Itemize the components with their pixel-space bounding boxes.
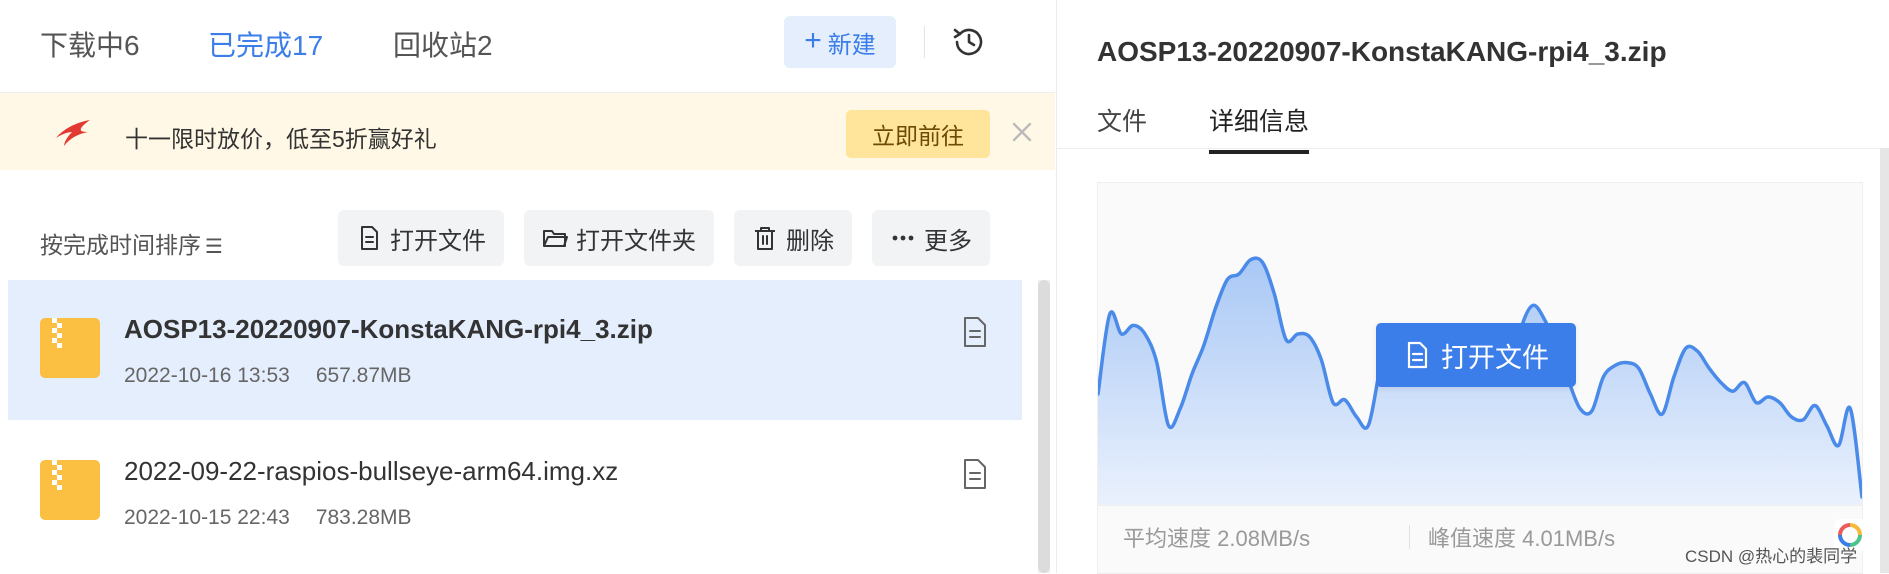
watermark-text: CSDN @热心的裴同学	[1685, 547, 1858, 566]
peak-speed: 峰值速度 4.01MB/s	[1428, 521, 1615, 553]
file-date: 2022-10-15 22:43	[124, 506, 290, 529]
sort-label: 按完成时间排序	[40, 232, 201, 258]
sort-dropdown[interactable]: 按完成时间排序 ☰	[40, 226, 223, 260]
tab-label: 回收站	[393, 30, 478, 61]
detail-file-title: AOSP13-20220907-KonstaKANG-rpi4_3.zip	[1097, 36, 1667, 67]
detail-tab-file[interactable]: 文件	[1097, 102, 1147, 150]
file-size: 783.28MB	[315, 506, 412, 529]
document-icon	[361, 226, 378, 250]
chart-open-file-label: 打开文件	[1441, 342, 1549, 373]
close-icon[interactable]	[1008, 118, 1036, 146]
file-row-selected[interactable]: AOSP13-20220907-KonstaKANG-rpi4_3.zip 20…	[8, 280, 1022, 420]
promo-text: 十一限时放价，低至5折赢好礼	[125, 126, 437, 152]
document-icon	[1407, 341, 1428, 369]
tab-label: 下载中	[40, 30, 125, 61]
divider	[1409, 525, 1410, 549]
open-folder-label: 打开文件夹	[576, 227, 696, 255]
status-tabs: 下载中6 已完成17 回收站2 + 新建	[0, 0, 1055, 93]
plus-icon: +	[804, 23, 822, 57]
delete-label: 删除	[786, 227, 834, 255]
peak-speed-value: 4.01MB/s	[1522, 526, 1616, 551]
tab-count: 2	[477, 30, 493, 61]
avg-speed-label: 平均速度	[1123, 526, 1212, 551]
peak-speed-label: 峰值速度	[1428, 526, 1517, 551]
file-meta: 2022-10-15 22:43 783.28MB	[124, 506, 412, 530]
file-size: 657.87MB	[315, 364, 412, 387]
avg-speed: 平均速度 2.08MB/s	[1123, 521, 1310, 553]
tab-downloading[interactable]: 下载中6	[40, 24, 140, 64]
speed-chart-panel: 打开文件 平均速度 2.08MB/s 峰值速度 4.01MB/s	[1097, 182, 1866, 574]
tab-completed[interactable]: 已完成17	[208, 24, 323, 64]
file-row[interactable]: 2022-09-22-raspios-bullseye-arm64.img.xz…	[8, 422, 1022, 562]
chart-open-file-button[interactable]: 打开文件	[1376, 323, 1576, 387]
history-icon[interactable]	[951, 24, 987, 60]
file-name: AOSP13-20220907-KonstaKANG-rpi4_3.zip	[124, 314, 653, 344]
file-date: 2022-10-16 13:53	[124, 364, 290, 387]
trash-icon	[755, 227, 775, 250]
bird-logo-icon	[56, 120, 90, 146]
detail-tab-info[interactable]: 详细信息	[1209, 102, 1310, 154]
list-scrollbar-thumb[interactable]	[1038, 280, 1050, 573]
open-document-icon[interactable]	[961, 458, 989, 490]
file-name: 2022-09-22-raspios-bullseye-arm64.img.xz	[124, 456, 619, 486]
open-folder-button[interactable]: 打开文件夹	[524, 210, 714, 266]
divider	[1057, 148, 1889, 149]
open-file-button[interactable]: 打开文件	[338, 210, 504, 266]
tab-recycle-bin[interactable]: 回收站2	[393, 24, 493, 64]
delete-button[interactable]: 删除	[734, 210, 852, 266]
tab-label: 已完成	[208, 30, 293, 61]
zip-file-icon	[40, 460, 100, 520]
avg-speed-value: 2.08MB/s	[1217, 526, 1311, 551]
tab-count: 17	[292, 30, 324, 61]
more-button[interactable]: 更多	[872, 210, 990, 266]
detail-pane: AOSP13-20220907-KonstaKANG-rpi4_3.zip 文件…	[1056, 0, 1889, 574]
folder-icon	[543, 230, 568, 247]
open-document-icon[interactable]	[961, 316, 989, 348]
open-file-label: 打开文件	[390, 227, 486, 255]
sort-icon: ☰	[205, 236, 223, 258]
more-label: 更多	[924, 227, 972, 255]
file-meta: 2022-10-16 13:53 657.87MB	[124, 364, 412, 388]
new-button-label: 新建	[827, 31, 876, 59]
promo-go-button[interactable]: 立即前往	[846, 110, 990, 158]
more-dots-icon	[892, 235, 914, 241]
divider	[924, 26, 925, 58]
download-list-pane: 下载中6 已完成17 回收站2 + 新建 十一限时放价，低至5折赢好礼 立即前往…	[0, 0, 1055, 573]
zip-file-icon	[40, 318, 100, 378]
tab-count: 6	[124, 30, 140, 61]
new-download-button[interactable]: + 新建	[784, 16, 896, 68]
detail-scrollbar[interactable]	[1880, 148, 1889, 573]
